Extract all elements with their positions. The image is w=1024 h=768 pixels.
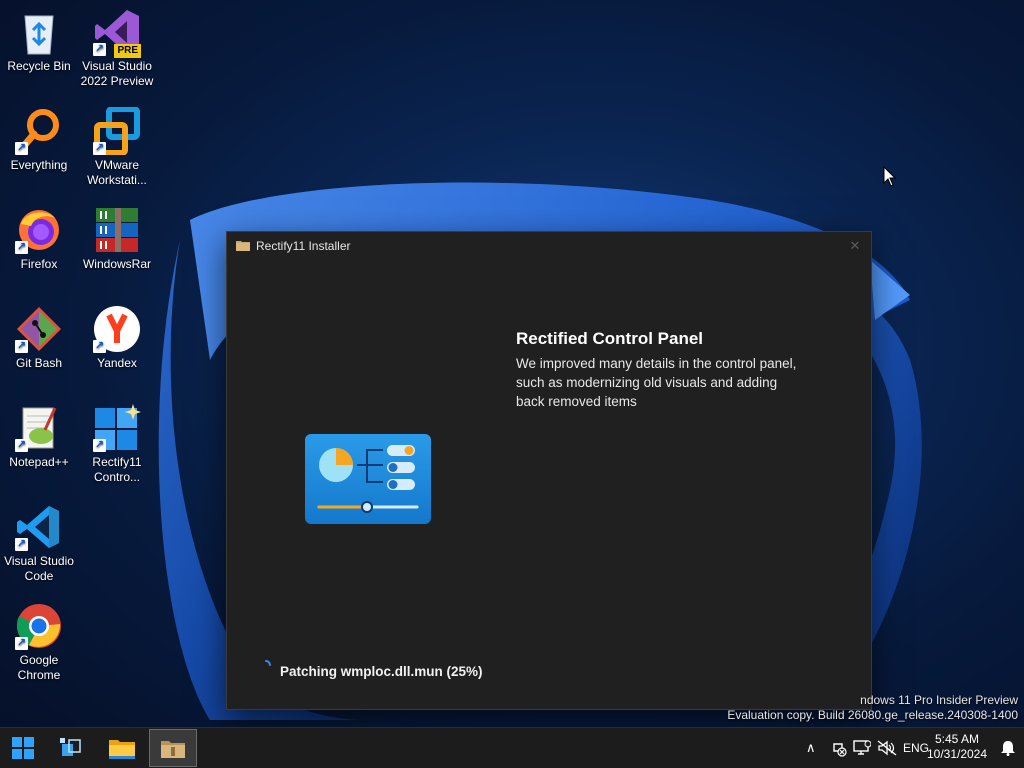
shortcut-arrow-icon: ↗ xyxy=(15,142,28,155)
desktop-icon-winrar[interactable]: WindowsRar xyxy=(78,206,156,272)
notepadpp-icon: ↗ xyxy=(15,404,63,452)
desktop-icon-yandex[interactable]: ↗ Yandex xyxy=(78,305,156,371)
progress-status: Patching wmploc.dll.mun (25%) xyxy=(280,664,483,679)
installer-app-icon xyxy=(161,741,185,758)
network-icon[interactable] xyxy=(853,740,871,756)
close-icon: ✕ xyxy=(849,238,861,253)
watermark-build: Evaluation copy. Build 26080.ge_release.… xyxy=(727,708,1018,722)
desktop-icon-git-bash[interactable]: ↗ Git Bash xyxy=(0,305,78,371)
desktop-icon-everything[interactable]: ↗ Everything xyxy=(0,107,78,173)
file-explorer-icon xyxy=(109,740,135,759)
desktop-icon-firefox[interactable]: ↗ Firefox xyxy=(0,206,78,272)
desktop-icon-recycle-bin[interactable]: Recycle Bin xyxy=(0,8,78,74)
watermark-edition: ndows 11 Pro Insider Preview xyxy=(860,693,1018,707)
winrar-icon xyxy=(93,206,141,254)
desktop-icon-vmware[interactable]: ↗ VMware Workstati... xyxy=(78,106,156,188)
feature-description: We improved many details in the control … xyxy=(516,356,797,409)
volume-muted-icon[interactable] xyxy=(877,740,897,756)
shortcut-arrow-icon: ↗ xyxy=(15,637,28,650)
chrome-icon: ↗ xyxy=(15,602,63,650)
desktop-icon-label: Notepad++ xyxy=(9,455,69,469)
rectify11-control-icon: ↗ xyxy=(93,404,141,452)
clock-time: 5:45 AM xyxy=(934,732,980,746)
shortcut-arrow-icon: ↗ xyxy=(15,538,28,551)
installer-taskbar-button[interactable] xyxy=(149,729,197,767)
yandex-icon: ↗ xyxy=(93,305,141,353)
desktop-icon-notepadpp[interactable]: ↗ Notepad++ xyxy=(0,404,78,470)
taskbar: ∧ ENG 5:45 AM 10/31/2024 xyxy=(0,727,1024,768)
window-titlebar[interactable]: Rectify11 Installer ✕ xyxy=(227,232,871,260)
desktop-icon-label: Git Bash xyxy=(15,356,63,370)
chevron-up-icon[interactable]: ∧ xyxy=(806,740,816,756)
window-title: Rectify11 Installer xyxy=(256,239,351,253)
feature-title: Rectified Control Panel xyxy=(516,329,704,348)
mouse-cursor-icon xyxy=(883,166,897,187)
control-panel-illustration xyxy=(305,434,431,524)
system-tray: ∧ ENG 5:45 AM 10/31/2024 xyxy=(800,728,1024,768)
preview-badge: PRE xyxy=(114,44,141,58)
desktop-icon-visual-studio-preview[interactable]: PRE ↗ Visual Studio 2022 Preview xyxy=(78,8,156,89)
firefox-icon: ↗ xyxy=(15,206,63,254)
shortcut-arrow-icon: ↗ xyxy=(93,142,106,155)
desktop-icon-vscode[interactable]: ↗ Visual Studio Code xyxy=(0,503,78,584)
build-watermark: ndows 11 Pro Insider Preview Evaluation … xyxy=(727,693,1018,723)
desktop-icon-label: Rectify11 Contro... xyxy=(92,455,142,484)
progress-spinner xyxy=(265,660,271,666)
desktop-icon-label: WindowsRar xyxy=(82,257,151,271)
recycle-bin-icon xyxy=(15,8,63,56)
desktop-icon-label: VMware Workstati... xyxy=(87,158,147,187)
desktop-icon-rectify11-control[interactable]: ↗ Rectify11 Contro... xyxy=(78,404,156,485)
task-view-button[interactable] xyxy=(48,728,94,768)
desktop-icon-label: Visual Studio Code xyxy=(4,554,74,583)
visual-studio-preview-icon: PRE ↗ xyxy=(93,8,141,58)
shortcut-arrow-icon: ↗ xyxy=(15,241,28,254)
close-button[interactable]: ✕ xyxy=(839,232,871,260)
file-explorer-button[interactable] xyxy=(99,728,145,768)
desktop-icon-label: Google Chrome xyxy=(17,653,61,682)
notification-bell-icon[interactable] xyxy=(1001,740,1015,756)
shortcut-arrow-icon: ↗ xyxy=(15,340,28,353)
start-button[interactable] xyxy=(0,728,46,768)
security-shield-icon[interactable] xyxy=(831,741,847,757)
shortcut-arrow-icon: ↗ xyxy=(93,439,106,452)
shortcut-arrow-icon: ↗ xyxy=(15,439,28,452)
vscode-icon: ↗ xyxy=(15,503,63,551)
clock[interactable]: 5:45 AM 10/31/2024 xyxy=(926,732,988,762)
desktop-icon-label: Everything xyxy=(10,158,68,172)
shortcut-arrow-icon: ↗ xyxy=(93,340,106,353)
desktop-icon-label: Visual Studio 2022 Preview xyxy=(80,59,154,88)
desktop-icon-label: Recycle Bin xyxy=(7,59,71,73)
start-icon xyxy=(12,737,34,759)
vmware-icon: ↗ xyxy=(93,106,141,156)
installer-app-icon xyxy=(236,241,250,251)
installer-window[interactable]: Rectify11 Installer ✕ Rectified Control … xyxy=(226,231,872,710)
clock-date: 10/31/2024 xyxy=(926,747,988,761)
desktop-icon-label: Firefox xyxy=(20,257,58,271)
git-bash-icon: ↗ xyxy=(15,305,63,353)
task-view-icon xyxy=(60,738,81,756)
everything-search-icon: ↗ xyxy=(15,107,63,155)
shortcut-arrow-icon: ↗ xyxy=(93,43,106,56)
desktop-icon-chrome[interactable]: ↗ Google Chrome xyxy=(0,602,78,683)
desktop-icon-label: Yandex xyxy=(97,356,137,370)
